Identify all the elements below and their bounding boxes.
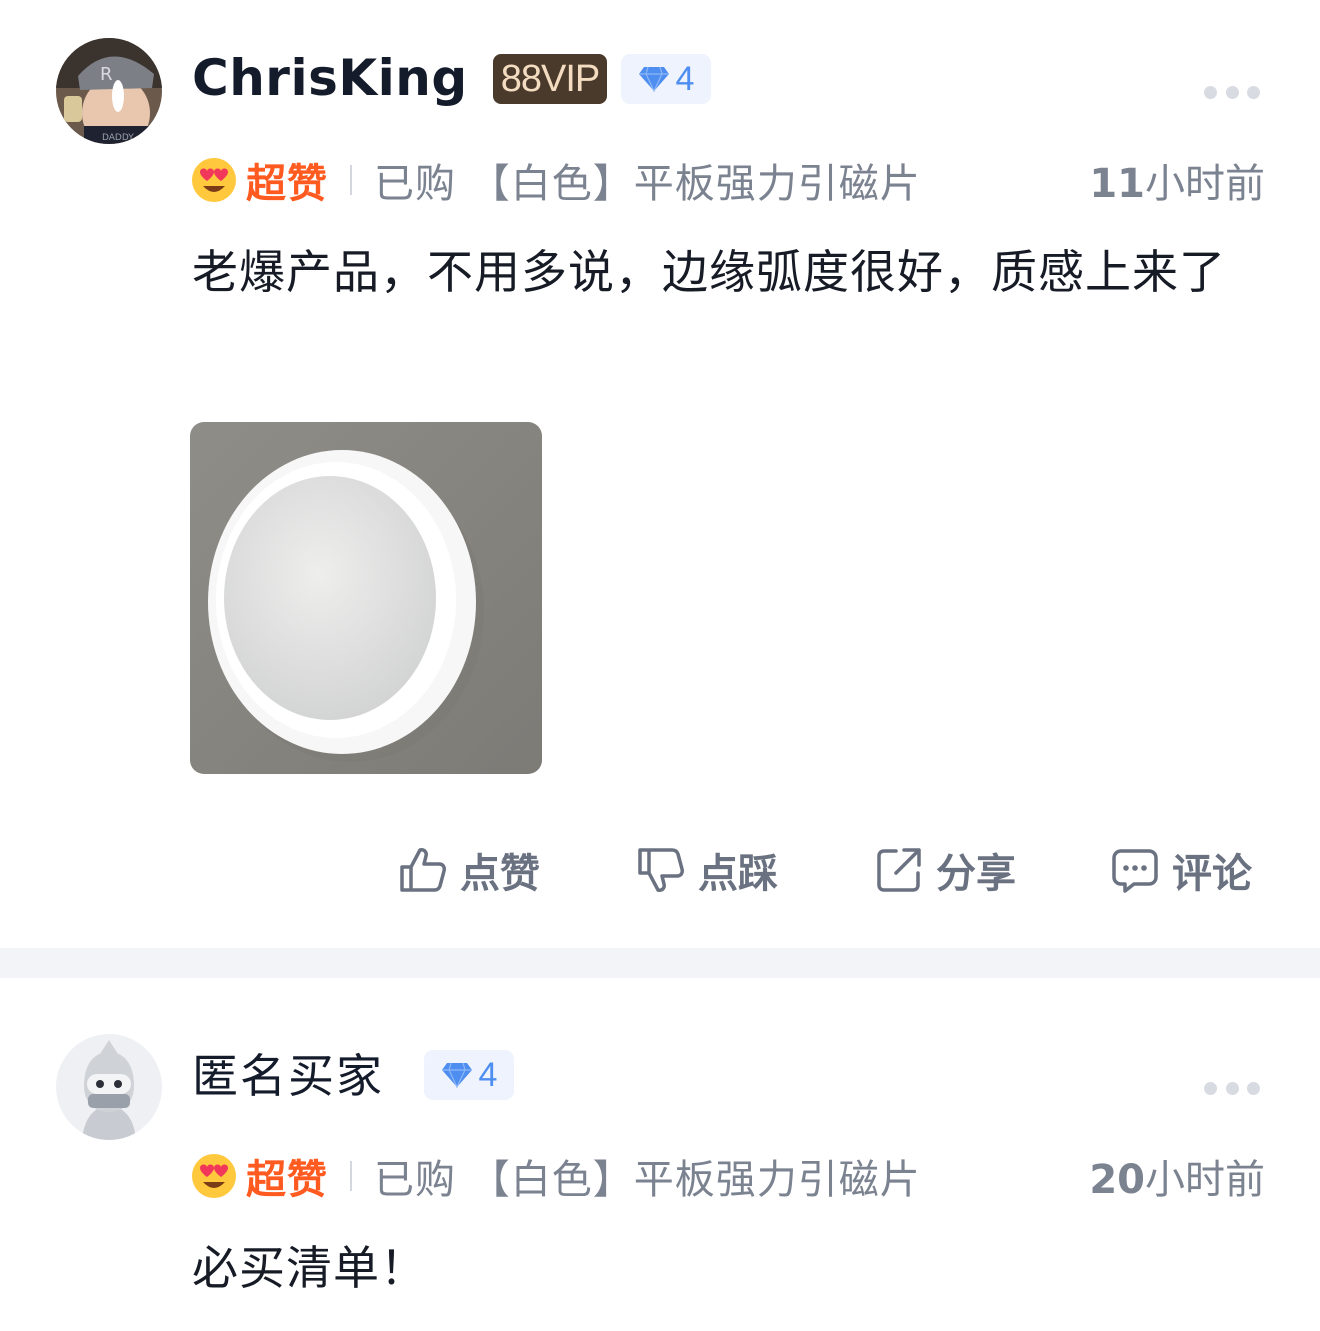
review-comment: 必买清单！	[192, 1241, 427, 1295]
username[interactable]: 匿名买家	[192, 1046, 384, 1106]
share-button[interactable]: 分享	[874, 838, 1016, 902]
thumbs-up-icon	[400, 848, 446, 892]
rating-label: 超赞	[246, 1157, 328, 1203]
diamond-icon	[638, 66, 669, 92]
heart-eyes-emoji-icon	[192, 158, 236, 202]
review-meta: 超赞 已购 【白色】平板强力引磁片 11小时前	[190, 152, 1265, 208]
user-avatar[interactable]	[56, 1034, 162, 1140]
review-card: R DADDY ChrisKing 88VIP 4 超赞 已购 【白色】平板强力…	[0, 0, 1320, 948]
meta-divider	[350, 1161, 352, 1191]
comment-bubble-icon	[1112, 849, 1158, 893]
rating-label: 超赞	[246, 161, 328, 207]
diamond-icon	[441, 1062, 472, 1088]
review-card: 匿名买家 4 超赞 已购 【白色】平板强力引磁片 20小时前 必买清单！	[0, 978, 1320, 1331]
more-dots-icon[interactable]	[1204, 1080, 1260, 1096]
review-time: 11小时前	[1089, 161, 1265, 207]
review-separator	[0, 948, 1320, 978]
purchase-info: 已购 【白色】平板强力引磁片	[374, 1157, 921, 1203]
meta-divider	[350, 165, 352, 195]
level-badge: 4	[424, 1050, 514, 1100]
review-comment: 老爆产品，不用多说，边缘弧度很好，质感上来了	[192, 245, 1226, 299]
share-label: 分享	[936, 851, 1016, 897]
action-bar: 点赞 点踩 分享 评论	[0, 838, 1320, 902]
share-icon	[877, 848, 921, 892]
dislike-label: 点踩	[698, 851, 778, 897]
review-photo[interactable]	[190, 422, 542, 774]
level-value: 4	[675, 59, 695, 98]
dislike-button[interactable]: 点踩	[636, 838, 778, 902]
level-badge: 4	[621, 54, 711, 104]
review-time: 20小时前	[1089, 1157, 1265, 1203]
level-value: 4	[478, 1055, 498, 1094]
more-dots-icon[interactable]	[1204, 84, 1260, 100]
like-button[interactable]: 点赞	[398, 838, 540, 902]
svg-text:R: R	[100, 64, 113, 85]
comment-button[interactable]: 评论	[1110, 838, 1252, 902]
username[interactable]: ChrisKing	[192, 48, 468, 108]
like-label: 点赞	[460, 851, 540, 897]
review-meta: 超赞 已购 【白色】平板强力引磁片 20小时前	[190, 1148, 1265, 1204]
thumbs-down-icon	[638, 848, 684, 892]
comment-label: 评论	[1172, 851, 1252, 897]
user-avatar[interactable]: R DADDY	[56, 38, 162, 144]
heart-eyes-emoji-icon	[192, 1154, 236, 1198]
vip-badge: 88VIP	[493, 54, 607, 104]
svg-text:DADDY: DADDY	[102, 133, 134, 143]
purchase-info: 已购 【白色】平板强力引磁片	[374, 161, 921, 207]
